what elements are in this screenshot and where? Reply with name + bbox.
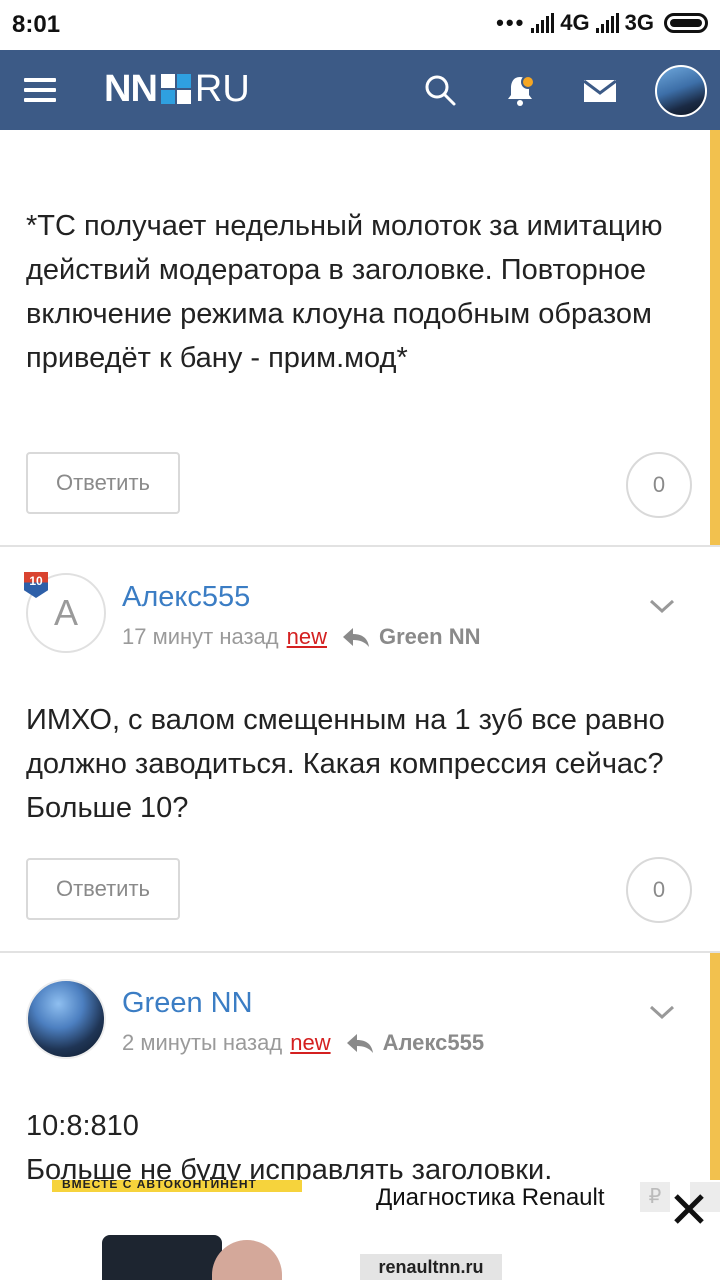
reply-arrow-icon: [346, 1034, 373, 1053]
network-4g-label: 4G: [560, 10, 590, 35]
post-meta: 17 минут назад new Green NN: [122, 624, 480, 650]
post-divider: [0, 951, 720, 953]
likes-count[interactable]: 0: [626, 452, 692, 518]
status-indicators: ••• 4G 3G: [496, 10, 708, 36]
unread-accent-bar: [710, 953, 720, 1180]
signal-icon-2: [595, 13, 619, 33]
new-link[interactable]: new: [290, 1030, 330, 1056]
reply-to-author[interactable]: Алекс555: [383, 1030, 484, 1056]
ad-image-car: [102, 1235, 222, 1280]
post-text: ИМХО, с валом смещенным на 1 зуб все рав…: [26, 704, 665, 824]
ad-domain-link[interactable]: renaultnn.ru: [360, 1254, 502, 1280]
site-logo[interactable]: NN RU: [104, 67, 250, 110]
new-link[interactable]: new: [287, 624, 327, 650]
search-icon[interactable]: [422, 72, 458, 108]
network-3g-label: 3G: [624, 10, 654, 35]
post-time: 2 минуты назад: [122, 1030, 283, 1055]
ad-banner[interactable]: ВМЕСТЕ С АВТОКОНТИНЕНТ Диагностика Renau…: [0, 1180, 720, 1280]
ad-image-person: [212, 1240, 282, 1280]
ad-currency-icon: ₽: [640, 1182, 670, 1212]
author-name[interactable]: Алекс555: [122, 581, 250, 614]
close-icon[interactable]: [672, 1192, 706, 1226]
likes-count[interactable]: 0: [626, 857, 692, 923]
reply-button[interactable]: Ответить: [26, 452, 180, 514]
mail-icon[interactable]: [582, 72, 618, 108]
ad-image-strip: ВМЕСТЕ С АВТОКОНТИНЕНТ: [52, 1180, 302, 1192]
post-time: 17 минут назад: [122, 624, 279, 649]
chevron-down-icon[interactable]: [648, 1003, 676, 1021]
more-notifications-icon: •••: [496, 10, 526, 35]
ad-image-strip-text: ВМЕСТЕ С АВТОКОНТИНЕНТ: [62, 1180, 257, 1191]
post-meta: 2 минуты назад new Алекс555: [122, 1030, 484, 1056]
author-avatar[interactable]: [26, 979, 106, 1059]
logo-square-icon: [160, 74, 191, 104]
logo-ru-text: RU: [194, 67, 250, 110]
app-header: NN RU: [0, 50, 720, 130]
status-bar: 8:01 ••• 4G 3G: [0, 0, 720, 50]
unread-accent-bar: [710, 130, 720, 545]
chevron-down-icon[interactable]: [648, 597, 676, 615]
post-text-line: Больше не буду исправлять заголовки.: [26, 1154, 553, 1180]
user-avatar[interactable]: [655, 65, 707, 117]
hamburger-menu-icon[interactable]: [24, 78, 56, 102]
post-divider: [0, 545, 720, 547]
battery-icon: [664, 13, 708, 33]
ad-image[interactable]: ВМЕСТЕ С АВТОКОНТИНЕНТ: [52, 1180, 312, 1280]
post-text-line: 10:8:810: [26, 1110, 139, 1142]
post-text: *ТС получает недельный молоток за имитац…: [26, 210, 663, 374]
reply-button[interactable]: Ответить: [26, 858, 180, 920]
status-time: 8:01: [12, 11, 61, 38]
notifications-bell-icon[interactable]: [502, 72, 538, 108]
signal-icon: [531, 13, 555, 33]
author-name[interactable]: Green NN: [122, 987, 253, 1020]
logo-nn-text: NN: [104, 67, 158, 110]
reply-arrow-icon: [343, 628, 369, 647]
reply-to-author[interactable]: Green NN: [379, 624, 480, 650]
ad-title[interactable]: Диагностика Renault: [376, 1184, 606, 1212]
